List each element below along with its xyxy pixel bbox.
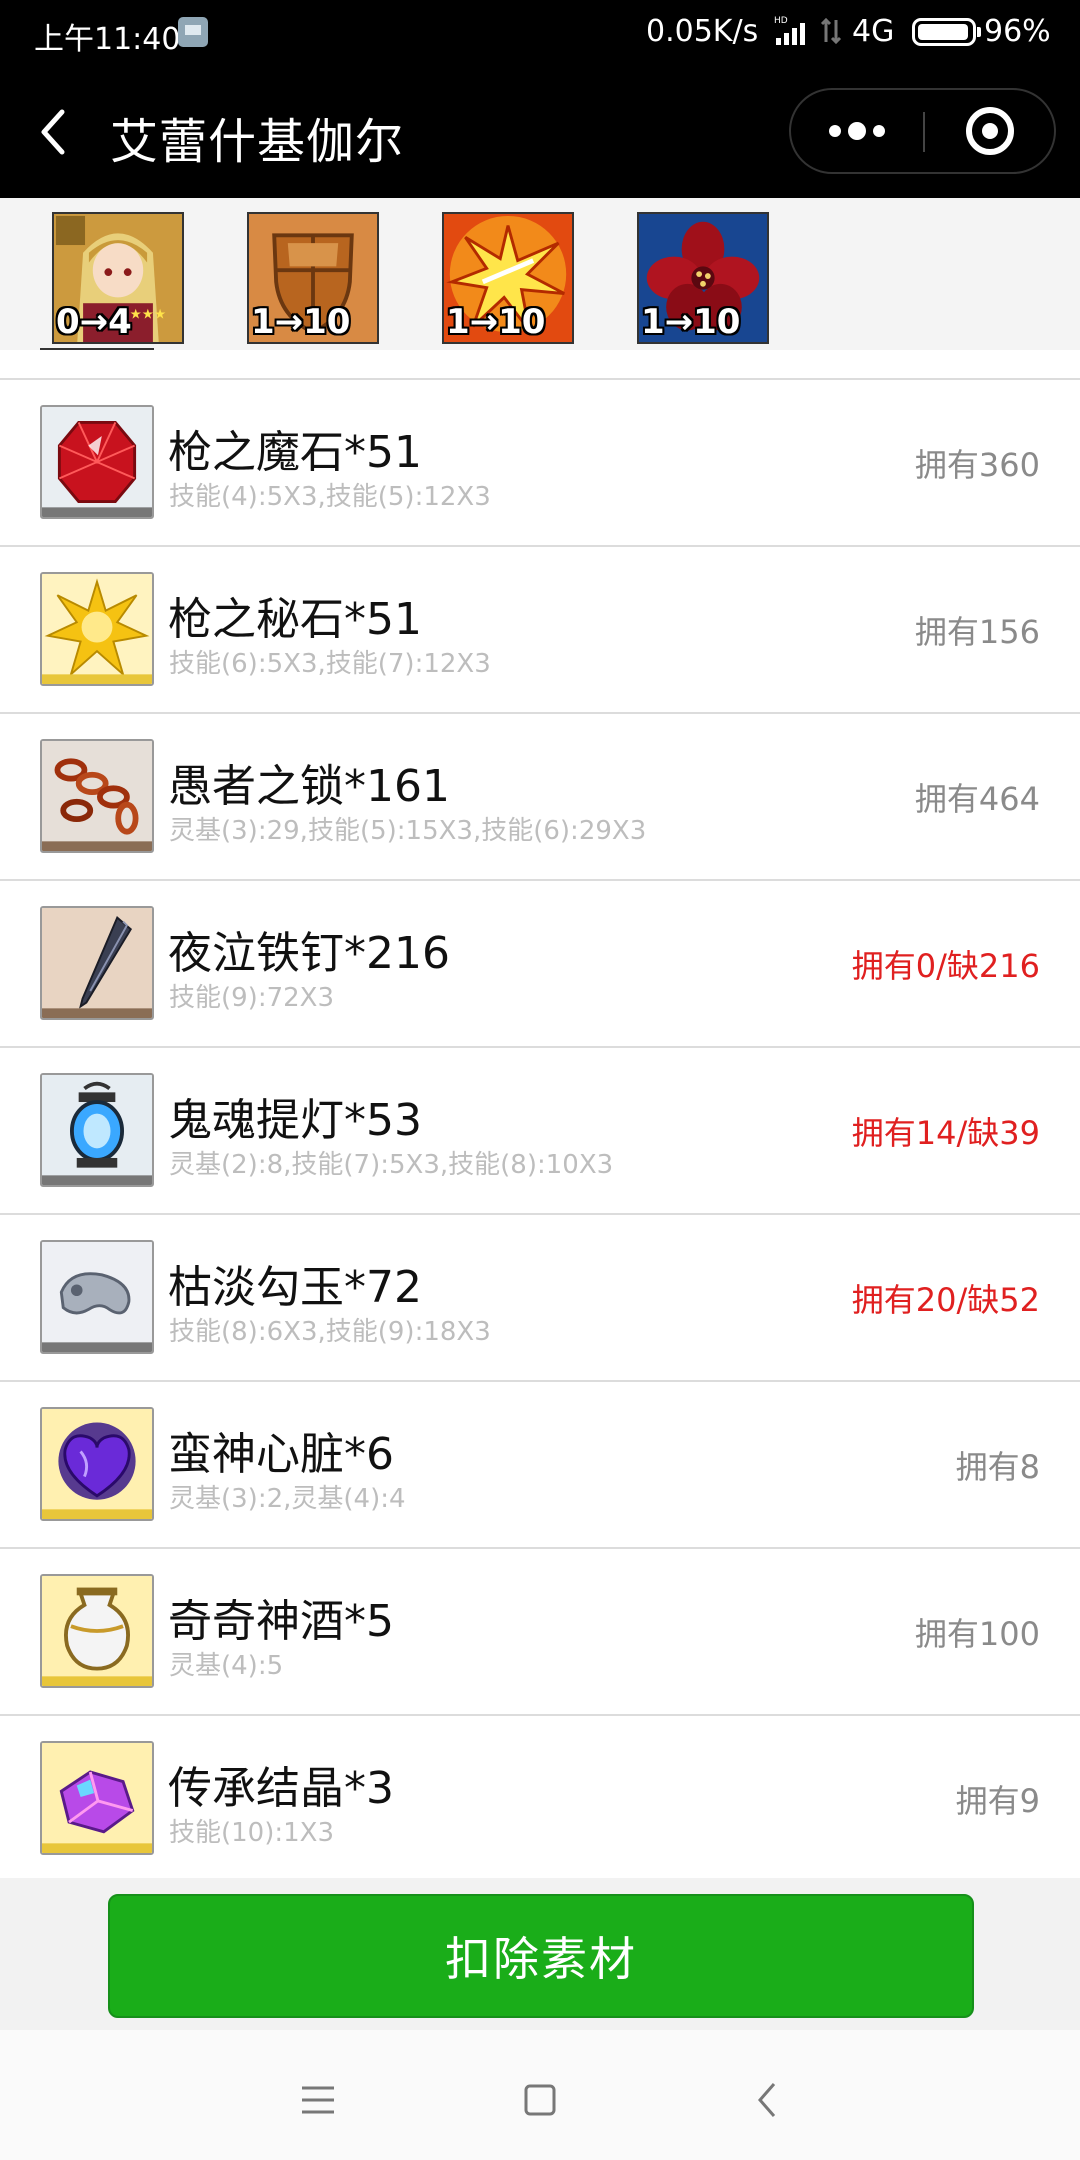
owned-count: 拥有156 xyxy=(914,613,1040,651)
material-detail: 技能(10):1X3 xyxy=(169,1818,335,1848)
owned-count: 拥有464 xyxy=(914,780,1040,818)
owned-count: 拥有360 xyxy=(914,446,1040,484)
material-name: 蛮神心脏*6 xyxy=(168,1429,394,1480)
menu-icon[interactable] xyxy=(288,2070,348,2130)
owned-count: 拥有9 xyxy=(955,1782,1040,1820)
tab-skill-3[interactable]: 1→10 xyxy=(637,212,769,344)
list-item[interactable]: 枯淡勾玉*72 技能(8):6X3,技能(9):18X3 拥有20/缺52 xyxy=(0,1213,1080,1380)
list-item[interactable]: 愚者之锁*161 灵基(3):29,技能(5):15X3,技能(6):29X3 … xyxy=(0,712,1080,879)
back-nav-icon[interactable] xyxy=(738,2070,798,2130)
tab-level-label: 1→10 xyxy=(641,302,741,342)
data-arrows-icon xyxy=(820,17,842,45)
owned-count: 拥有20/缺52 xyxy=(851,1281,1040,1319)
tab-level-label: 0→4 xyxy=(56,302,132,342)
material-name: 愚者之锁*161 xyxy=(168,761,450,812)
tab-skill-1[interactable]: 1→10 xyxy=(247,212,379,344)
material-name: 枯淡勾玉*72 xyxy=(168,1262,422,1313)
list-item[interactable]: 传承结晶*3 技能(10):1X3 拥有9 xyxy=(0,1714,1080,1878)
list-item[interactable]: 枪之秘石*51 技能(6):5X3,技能(7):12X3 拥有156 xyxy=(0,545,1080,712)
crystal-icon xyxy=(40,1741,154,1855)
owned-count: 拥有0/缺216 xyxy=(851,947,1040,985)
magatama-icon xyxy=(40,1240,154,1354)
list-item[interactable]: 枪之魔石*51 技能(4):5X3,技能(5):12X3 拥有360 xyxy=(0,378,1080,545)
heart-icon xyxy=(40,1407,154,1521)
material-detail: 技能(4):5X3,技能(5):12X3 xyxy=(169,482,491,512)
list-item[interactable]: 鬼魂提灯*53 灵基(2):8,技能(7):5X3,技能(8):10X3 拥有1… xyxy=(0,1046,1080,1213)
list-item[interactable]: 蛮神心脏*6 灵基(3):2,灵基(4):4 拥有8 xyxy=(0,1380,1080,1547)
svg-text:HD: HD xyxy=(774,16,788,26)
status-bar: 上午11:40 0.05K/s HD 4G 96% xyxy=(0,0,1080,66)
capsule-divider xyxy=(923,112,925,152)
material-detail: 灵基(2):8,技能(7):5X3,技能(8):10X3 xyxy=(169,1150,614,1180)
tab-skill-2[interactable]: 1→10 xyxy=(442,212,574,344)
material-detail: 灵基(3):29,技能(5):15X3,技能(6):29X3 xyxy=(169,816,647,846)
svg-text:★★★: ★★★ xyxy=(130,307,166,323)
material-name: 传承结晶*3 xyxy=(168,1763,394,1814)
material-name: 鬼魂提灯*53 xyxy=(168,1095,422,1146)
material-name: 枪之秘石*51 xyxy=(168,594,422,645)
status-net-speed: 0.05K/s xyxy=(646,14,759,49)
back-icon[interactable] xyxy=(34,102,74,162)
deduct-materials-button[interactable]: 扣除素材 xyxy=(108,1894,974,2018)
iron-nail-icon xyxy=(40,906,154,1020)
list-item[interactable]: 奇奇神酒*5 灵基(4):5 拥有100 xyxy=(0,1547,1080,1714)
home-icon[interactable] xyxy=(510,2070,570,2130)
close-miniprogram-icon[interactable] xyxy=(926,90,1054,172)
owned-count: 拥有8 xyxy=(955,1448,1040,1486)
miniprogram-capsule xyxy=(789,88,1056,174)
chain-icon xyxy=(40,739,154,853)
owned-count: 拥有100 xyxy=(914,1615,1040,1653)
status-time: 上午11:40 xyxy=(34,22,181,57)
wine-jar-icon xyxy=(40,1574,154,1688)
material-detail: 灵基(3):2,灵基(4):4 xyxy=(169,1484,406,1514)
signal-icon: HD xyxy=(774,16,805,45)
tab-level-label: 1→10 xyxy=(251,302,351,342)
status-network: 4G xyxy=(852,14,895,49)
footer-bar: 扣除素材 xyxy=(0,1878,1080,2030)
material-list: 枪之魔石*51 技能(4):5X3,技能(5):12X3 拥有360 枪之秘石*… xyxy=(0,350,1080,1878)
material-name: 奇奇神酒*5 xyxy=(168,1596,394,1647)
title-bar: 艾蕾什基伽尔 xyxy=(0,66,1080,198)
material-name: 夜泣铁钉*216 xyxy=(168,928,450,979)
red-gem-icon xyxy=(40,405,154,519)
battery-icon xyxy=(912,18,981,46)
notification-icon xyxy=(178,17,208,47)
lantern-icon xyxy=(40,1073,154,1187)
more-options-icon[interactable] xyxy=(791,90,923,172)
material-detail: 技能(6):5X3,技能(7):12X3 xyxy=(169,649,491,679)
tab-ascension[interactable]: ★★★ 0→4 xyxy=(52,212,184,344)
gold-star-gem-icon xyxy=(40,572,154,686)
material-detail: 技能(9):72X3 xyxy=(169,983,335,1013)
material-name: 枪之魔石*51 xyxy=(168,427,422,478)
owned-count: 拥有14/缺39 xyxy=(851,1114,1040,1152)
material-detail: 技能(8):6X3,技能(9):18X3 xyxy=(169,1317,491,1347)
list-item[interactable]: 夜泣铁钉*216 技能(9):72X3 拥有0/缺216 xyxy=(0,879,1080,1046)
system-navigation-bar xyxy=(0,2030,1080,2160)
tab-level-label: 1→10 xyxy=(446,302,546,342)
status-battery-percent: 96% xyxy=(984,14,1051,49)
page-title: 艾蕾什基伽尔 xyxy=(110,114,405,170)
material-detail: 灵基(4):5 xyxy=(169,1651,284,1681)
upgrade-tabs: ★★★ 0→4 1→10 1→10 1→10 xyxy=(0,198,1080,351)
